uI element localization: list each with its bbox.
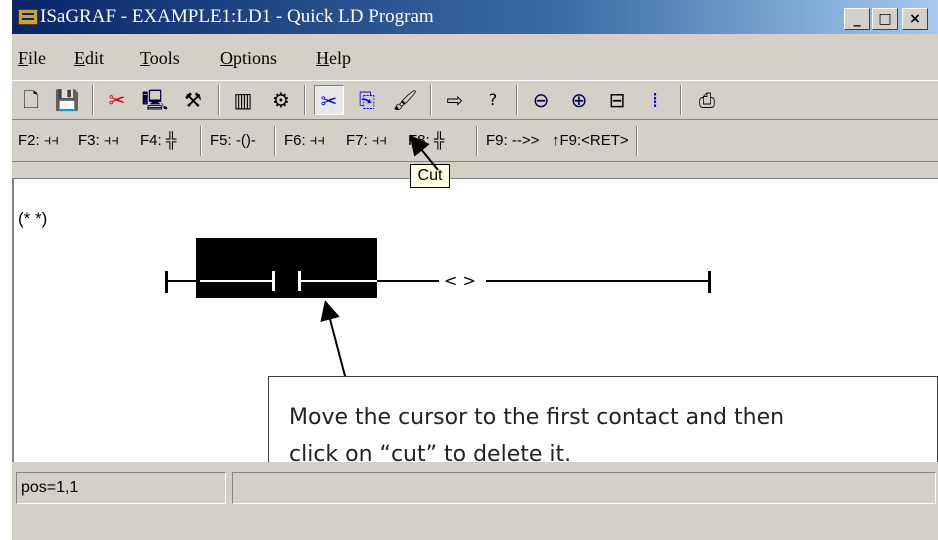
arrow-to-cut-button bbox=[409, 134, 439, 171]
arrow-to-first-contact bbox=[320, 300, 346, 377]
annotation-arrows bbox=[320, 134, 439, 377]
